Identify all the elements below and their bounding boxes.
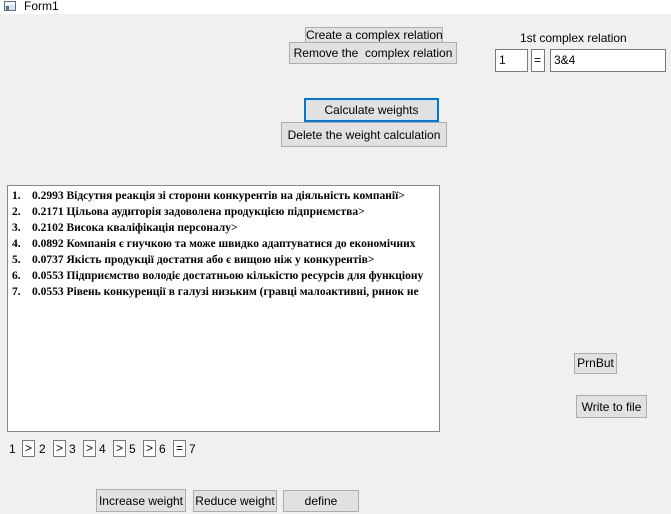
rank-number: 4	[99, 442, 106, 456]
rank-operator[interactable]: =	[173, 440, 186, 457]
list-item[interactable]: 7. 0.0553 Рівень конкуренції в галузі низ…	[8, 284, 439, 300]
list-item-text: 0.2993 Відсутня реакція зі сторони конку…	[32, 190, 405, 202]
list-item-number: 6.	[12, 270, 21, 282]
list-item-number: 7.	[12, 286, 21, 298]
remove-relation-button[interactable]: Remove the complex relation	[289, 42, 457, 64]
rank-number: 1	[9, 442, 16, 456]
define-button[interactable]: define	[283, 490, 359, 512]
list-item[interactable]: 1. 0.2993 Відсутня реакція зі сторони кон…	[8, 188, 439, 204]
list-item[interactable]: 6. 0.0553 Підприємство володіє достатньою…	[8, 268, 439, 284]
print-button[interactable]: PrnBut	[574, 353, 617, 374]
relation-right-field[interactable]: 3&4	[550, 49, 666, 72]
write-to-file-button[interactable]: Write to file	[576, 395, 647, 418]
rank-number: 2	[39, 442, 46, 456]
list-item[interactable]: 4. 0.0892 Компанія є гнучкою та може швид…	[8, 236, 439, 252]
list-item-number: 3.	[12, 222, 21, 234]
calculate-weights-button[interactable]: Calculate weights	[304, 98, 439, 122]
list-item-text: 0.0553 Рівень конкуренції в галузі низьк…	[32, 286, 419, 298]
rank-operator[interactable]: >	[83, 440, 96, 457]
list-item-text: 0.2171 Цільова аудиторія задоволена прод…	[32, 206, 365, 218]
results-listbox[interactable]: 1. 0.2993 Відсутня реакція зі сторони кон…	[7, 185, 440, 432]
delete-weights-button[interactable]: Delete the weight calculation	[281, 122, 447, 147]
list-item-text: 0.0737 Якість продукції достатня або є в…	[32, 254, 375, 266]
rank-number: 5	[129, 442, 136, 456]
relation-left-field[interactable]: 1	[495, 49, 528, 72]
rank-number: 7	[189, 442, 196, 456]
list-item-number: 5.	[12, 254, 21, 266]
list-item-number: 4.	[12, 238, 21, 250]
rank-operator[interactable]: >	[22, 440, 35, 457]
list-item-text: 0.2102 Висока кваліфікація персоналу>	[32, 222, 238, 234]
rank-number: 6	[159, 442, 166, 456]
reduce-weight-button[interactable]: Reduce weight	[193, 490, 277, 512]
rank-operator[interactable]: >	[143, 440, 156, 457]
list-item-number: 1.	[12, 190, 21, 202]
list-item-text: 0.0892 Компанія є гнучкою та може швидко…	[32, 238, 416, 250]
relation-heading: 1st complex relation	[520, 31, 627, 45]
list-item[interactable]: 5. 0.0737 Якість продукції достатня або є…	[8, 252, 439, 268]
title-bar: Form1	[0, 0, 671, 14]
form-app-icon	[4, 1, 16, 11]
rank-operator[interactable]: >	[113, 440, 126, 457]
rank-number: 3	[69, 442, 76, 456]
list-item[interactable]: 3. 0.2102 Висока кваліфікація персоналу>	[8, 220, 439, 236]
list-item[interactable]: 2. 0.2171 Цільова аудиторія задоволена пр…	[8, 204, 439, 220]
relation-operator-field[interactable]: =	[531, 49, 545, 72]
list-item-number: 2.	[12, 206, 21, 218]
window-title: Form1	[24, 0, 59, 13]
list-item-text: 0.0553 Підприємство володіє достатньою к…	[32, 270, 424, 282]
ranking-row: 1 > 2 > 3 > 4 > 5 > 6 = 7	[0, 440, 200, 458]
rank-operator[interactable]: >	[53, 440, 66, 457]
increase-weight-button[interactable]: Increase weight	[96, 489, 186, 512]
